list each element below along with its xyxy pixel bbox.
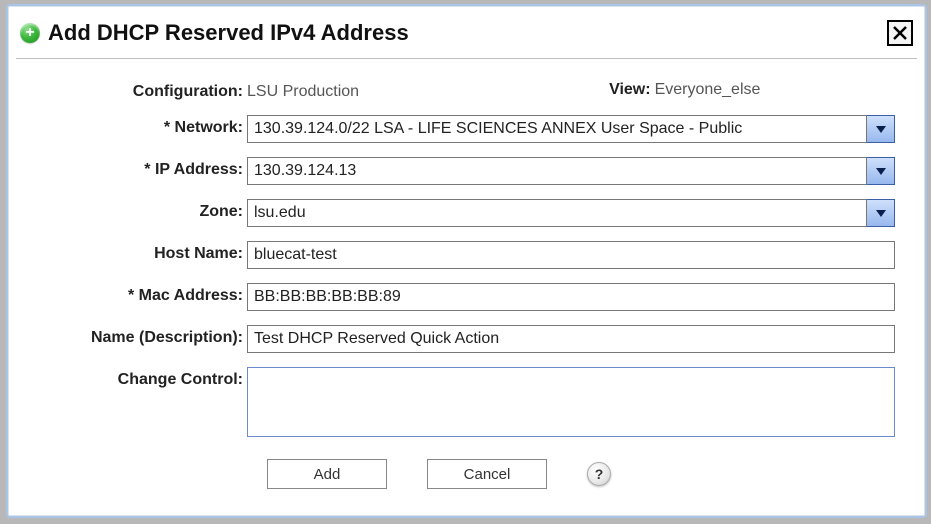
dialog-title: Add DHCP Reserved IPv4 Address (48, 20, 887, 46)
close-button[interactable] (887, 20, 913, 46)
zone-dropdown-button[interactable] (867, 199, 895, 227)
name-description-input[interactable] (247, 325, 895, 353)
form-area: Configuration: LSU Production View: Ever… (8, 59, 925, 489)
chevron-down-icon (876, 208, 886, 218)
label-zone: Zone: (38, 199, 247, 221)
zone-input[interactable] (247, 199, 867, 227)
mac-address-input[interactable] (247, 283, 895, 311)
label-name-description: Name (Description): (38, 325, 247, 347)
network-dropdown-button[interactable] (867, 115, 895, 143)
ip-address-input[interactable] (247, 157, 867, 185)
add-button[interactable]: Add (267, 459, 387, 489)
label-host-name: Host Name: (38, 241, 247, 263)
dialog-titlebar: + Add DHCP Reserved IPv4 Address (8, 6, 925, 58)
button-row: Add Cancel ? (267, 459, 895, 489)
change-control-textarea[interactable] (247, 367, 895, 437)
close-icon (893, 26, 907, 40)
chevron-down-icon (876, 166, 886, 176)
label-ip-address: * IP Address: (38, 157, 247, 179)
host-name-input[interactable] (247, 241, 895, 269)
network-input[interactable] (247, 115, 867, 143)
label-network: * Network: (38, 115, 247, 137)
dialog-add-dhcp-reserved: + Add DHCP Reserved IPv4 Address Configu… (6, 4, 927, 518)
help-button[interactable]: ? (587, 462, 611, 486)
add-icon: + (20, 23, 40, 43)
value-view: Everyone_else (655, 81, 761, 99)
chevron-down-icon (876, 124, 886, 134)
label-change-control: Change Control: (38, 367, 247, 389)
cancel-button[interactable]: Cancel (427, 459, 547, 489)
label-mac-address: * Mac Address: (38, 283, 247, 305)
label-view: View: (609, 81, 651, 99)
label-configuration: Configuration: (38, 79, 247, 101)
value-configuration: LSU Production (247, 79, 359, 101)
ip-address-dropdown-button[interactable] (867, 157, 895, 185)
